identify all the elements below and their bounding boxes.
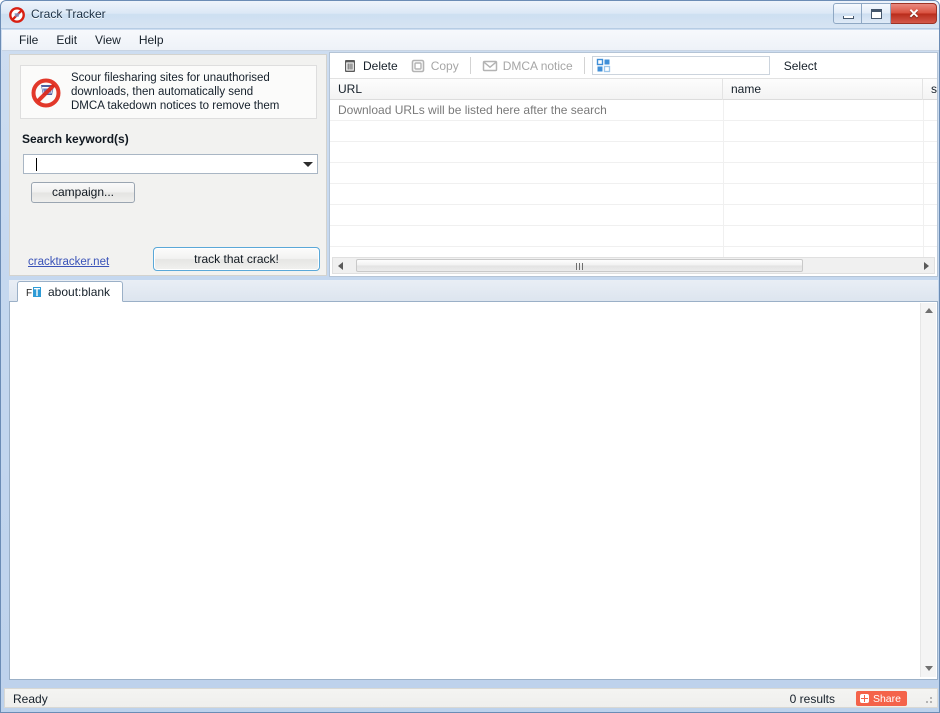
grip-icon [575, 263, 584, 270]
dmca-notice-button[interactable]: DMCA notice [476, 55, 579, 77]
table-row [330, 142, 937, 163]
chevron-up-icon [925, 308, 933, 313]
toolbar-separator-2 [583, 57, 585, 74]
filter-input[interactable] [591, 56, 770, 75]
search-combobox[interactable] [23, 154, 318, 174]
app-icon [9, 7, 25, 23]
info-text: Scour filesharing sites for unauthorised… [71, 72, 280, 112]
table-row [330, 184, 937, 205]
results-panel: Delete Copy DMCA notice Select URL name … [329, 52, 938, 277]
share-button[interactable]: Share [855, 691, 907, 706]
plus-icon [859, 694, 869, 703]
copy-button[interactable]: Copy [404, 55, 465, 77]
menu-item-edit[interactable]: Edit [47, 31, 86, 49]
tab-strip: F about:blank [9, 280, 938, 302]
chevron-down-icon[interactable] [303, 162, 313, 167]
status-bar: Ready 0 results Share [4, 688, 938, 708]
results-list[interactable]: Download URLs will be listed here after … [330, 100, 937, 257]
chevron-down-icon [925, 666, 933, 671]
results-toolbar: Delete Copy DMCA notice Select [330, 53, 937, 79]
column-header-url[interactable]: URL [330, 79, 723, 100]
status-text: Ready [13, 692, 48, 706]
maximize-icon [871, 9, 882, 19]
share-label: Share [872, 692, 901, 705]
copy-label: Copy [430, 58, 459, 73]
table-row [330, 163, 937, 184]
scroll-right-button[interactable] [919, 258, 934, 273]
toolbar-separator [469, 57, 471, 74]
page-icon: F [26, 285, 42, 299]
chevron-left-icon [338, 262, 343, 270]
info-box: Scour filesharing sites for unauthorised… [20, 65, 317, 119]
prohibition-icon [31, 76, 63, 108]
scroll-down-button[interactable] [921, 661, 937, 677]
envelope-icon [482, 58, 498, 74]
column-header-name[interactable]: name [723, 79, 923, 100]
results-count: 0 results [789, 692, 835, 706]
scroll-up-button[interactable] [921, 303, 937, 319]
table-row [330, 121, 937, 142]
scroll-left-button[interactable] [333, 258, 348, 273]
window-controls: ✕ [833, 3, 937, 24]
copy-icon [410, 58, 426, 74]
text-caret [36, 158, 37, 171]
empty-message: Download URLs will be listed here after … [338, 103, 607, 117]
menu-item-file[interactable]: File [10, 31, 47, 49]
svg-text:F: F [26, 288, 32, 299]
chevron-right-icon [924, 262, 929, 270]
minimize-icon [843, 16, 854, 19]
scroll-thumb[interactable] [356, 259, 803, 272]
resize-grip[interactable] [922, 693, 934, 705]
delete-label: Delete [363, 58, 398, 73]
browser-vertical-scrollbar[interactable] [920, 303, 936, 677]
column-header-row: URL name siz [330, 79, 937, 100]
menu-item-help[interactable]: Help [130, 31, 173, 49]
close-button[interactable]: ✕ [891, 3, 937, 24]
search-panel: Scour filesharing sites for unauthorised… [9, 54, 327, 276]
close-icon: ✕ [908, 6, 920, 21]
browser-pane: F about:blank [9, 280, 938, 680]
empty-message-row: Download URLs will be listed here after … [330, 100, 937, 121]
grid-select-icon[interactable] [596, 58, 612, 74]
select-label[interactable]: Select [784, 59, 817, 73]
tab-about-blank[interactable]: F about:blank [17, 281, 124, 302]
menu-item-view[interactable]: View [86, 31, 130, 49]
results-horizontal-scrollbar[interactable] [332, 257, 935, 274]
delete-button[interactable]: Delete [336, 55, 404, 77]
client-area: Scour filesharing sites for unauthorised… [4, 52, 938, 692]
minimize-button[interactable] [833, 3, 862, 24]
track-button[interactable]: track that crack! [153, 247, 320, 271]
menu-bar: File Edit View Help [2, 30, 939, 51]
trash-icon [342, 58, 358, 74]
table-row [330, 205, 937, 226]
dmca-label: DMCA notice [502, 58, 573, 73]
column-header-size[interactable]: siz [923, 79, 937, 100]
title-bar: Crack Tracker ✕ [1, 1, 939, 29]
campaign-button[interactable]: campaign... [31, 182, 135, 203]
tab-label: about:blank [48, 284, 111, 299]
browser-content[interactable] [9, 302, 938, 680]
site-link[interactable]: cracktracker.net [28, 256, 109, 268]
window-title: Crack Tracker [31, 7, 106, 21]
maximize-button[interactable] [862, 3, 891, 24]
scroll-track[interactable] [348, 258, 919, 273]
table-row [330, 226, 937, 247]
search-label: Search keyword(s) [22, 132, 129, 146]
application-window: Crack Tracker ✕ File Edit View Help Scou… [0, 0, 940, 713]
